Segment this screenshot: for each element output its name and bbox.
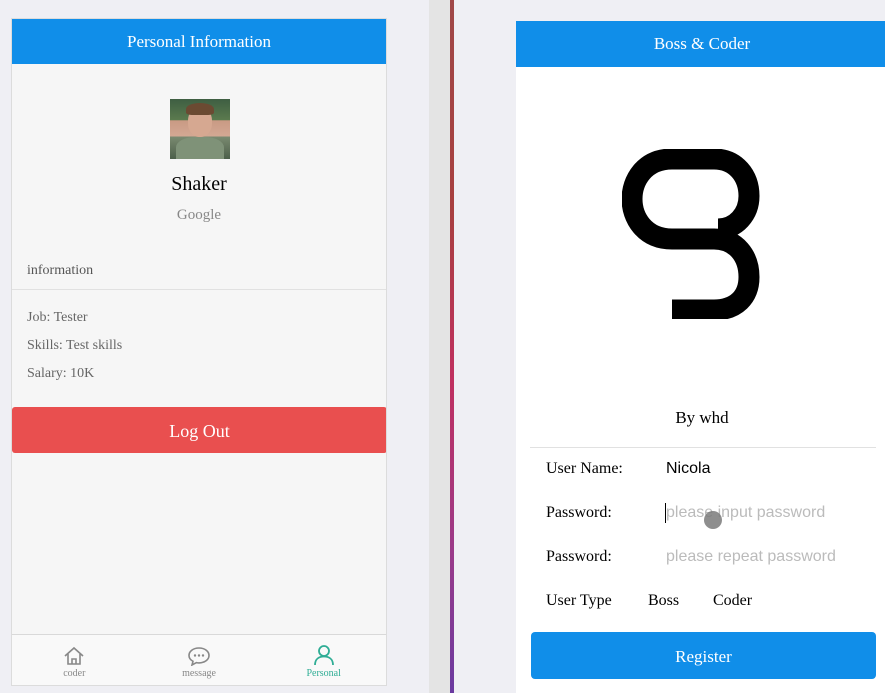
home-icon bbox=[64, 646, 84, 665]
repeat-password-label: Password: bbox=[546, 548, 612, 565]
password-input[interactable]: please input password bbox=[666, 498, 825, 528]
navbar-title: Personal Information bbox=[127, 32, 271, 51]
job-text: Job: Tester bbox=[27, 310, 88, 325]
user-name: Shaker bbox=[171, 173, 227, 195]
navbar: Boss & Coder bbox=[516, 21, 885, 67]
usertype-coder-option[interactable]: Coder bbox=[713, 586, 752, 616]
register-screen: Boss & Coder By whd User Name: Nicola Pa… bbox=[516, 21, 885, 693]
password-label: Password: bbox=[546, 504, 612, 521]
username-label: User Name: bbox=[546, 460, 623, 477]
tab-coder[interactable]: coder bbox=[12, 635, 137, 685]
usertype-label: User Type bbox=[546, 592, 612, 609]
navbar-title: Boss & Coder bbox=[653, 34, 751, 53]
window-gap bbox=[454, 0, 516, 693]
navbar: Personal Information bbox=[12, 19, 386, 64]
tab-bar: coder message Personal bbox=[12, 634, 386, 685]
usertype-boss-option[interactable]: Boss bbox=[648, 586, 679, 616]
salary-text: Salary: 10K bbox=[27, 366, 95, 381]
logout-button[interactable]: Log Out bbox=[12, 407, 386, 453]
chat-bubble-icon bbox=[188, 647, 210, 666]
tab-label: coder bbox=[63, 668, 86, 679]
username-input[interactable]: Nicola bbox=[666, 454, 710, 484]
divider bbox=[12, 289, 386, 290]
skills-text: Skills: Test skills bbox=[27, 338, 123, 353]
usertype-row: User Type Boss Coder bbox=[546, 586, 866, 616]
user-company: Google bbox=[176, 207, 222, 223]
section-title: information bbox=[27, 263, 94, 278]
tab-label: message bbox=[182, 668, 216, 679]
byline: By whd bbox=[675, 408, 729, 427]
repeat-password-input[interactable]: please repeat password bbox=[666, 542, 836, 572]
personal-screen: Personal Information Shaker Google infor… bbox=[11, 18, 387, 686]
tab-personal[interactable]: Personal bbox=[261, 635, 386, 685]
register-button[interactable]: Register bbox=[531, 632, 876, 679]
window-gap bbox=[429, 0, 451, 693]
user-icon bbox=[313, 645, 334, 666]
divider bbox=[530, 447, 876, 448]
username-row[interactable]: User Name: Nicola bbox=[546, 454, 866, 484]
tab-message[interactable]: message bbox=[137, 635, 262, 685]
touch-cursor bbox=[704, 511, 722, 529]
boss-coder-logo bbox=[622, 149, 760, 319]
avatar bbox=[170, 99, 230, 159]
tab-label: Personal bbox=[306, 668, 341, 679]
repeat-password-row[interactable]: Password: please repeat password bbox=[546, 542, 866, 572]
